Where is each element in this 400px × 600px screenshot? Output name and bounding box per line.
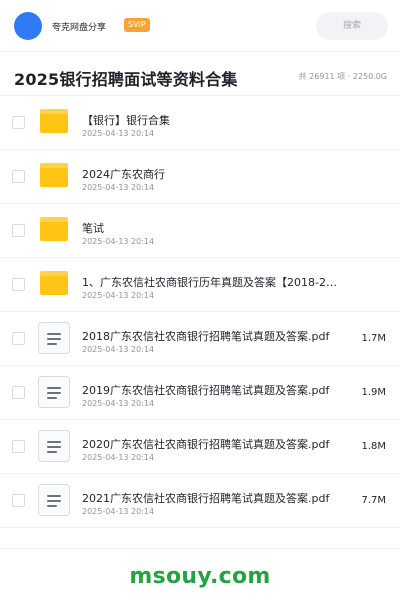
page-title: 2025银行招聘面试等资料合集 <box>14 70 238 89</box>
document-icon <box>38 430 70 462</box>
file-size: 1.8M <box>361 441 386 452</box>
file-date: 2025-04-13 20:14 <box>82 183 155 192</box>
site-watermark: msouy.com <box>129 564 271 589</box>
file-name[interactable]: 1、广东农信社农商银行历年真题及答案【2018-2… <box>82 274 338 290</box>
file-size: 1.9M <box>361 387 386 398</box>
select-checkbox[interactable] <box>12 386 25 399</box>
select-checkbox[interactable] <box>12 170 25 183</box>
avatar[interactable] <box>14 12 42 40</box>
file-name[interactable]: 2024广东农商行 <box>82 166 338 182</box>
list-item[interactable]: 2018广东农信社农商银行招聘笔试真题及答案.pdf 2025-04-13 20… <box>0 312 400 366</box>
file-name[interactable]: 2019广东农信社农商银行招聘笔试真题及答案.pdf <box>82 382 338 398</box>
file-date: 2025-04-13 20:14 <box>82 345 155 354</box>
document-icon <box>38 376 70 408</box>
list-item[interactable]: 2021广东农信社农商银行招聘笔试真题及答案.pdf 2025-04-13 20… <box>0 474 400 528</box>
list-item[interactable]: 2019广东农信社农商银行招聘笔试真题及答案.pdf 2025-04-13 20… <box>0 366 400 420</box>
list-item[interactable]: 1、广东农信社农商银行历年真题及答案【2018-2… 2025-04-13 20… <box>0 258 400 312</box>
folder-icon <box>40 271 68 295</box>
list-item[interactable]: 【银行】银行合集 2025-04-13 20:14 <box>0 96 400 150</box>
file-size: 7.7M <box>361 495 386 506</box>
file-count-size: 共 26911 项 · 2250.0G <box>298 72 387 81</box>
search-input[interactable]: 搜索 <box>316 12 388 40</box>
folder-icon <box>40 217 68 241</box>
select-checkbox[interactable] <box>12 116 25 129</box>
file-date: 2025-04-13 20:14 <box>82 291 155 300</box>
file-date: 2025-04-13 20:14 <box>82 399 155 408</box>
file-list: 【银行】银行合集 2025-04-13 20:14 2024广东农商行 2025… <box>0 96 400 528</box>
app-header: 夸克网盘分享 SVIP 搜索 <box>0 0 400 52</box>
list-item[interactable]: 笔试 2025-04-13 20:14 <box>0 204 400 258</box>
select-checkbox[interactable] <box>12 440 25 453</box>
select-checkbox[interactable] <box>12 224 25 237</box>
document-icon <box>38 322 70 354</box>
file-name[interactable]: 2021广东农信社农商银行招聘笔试真题及答案.pdf <box>82 490 338 506</box>
file-size: 1.7M <box>361 333 386 344</box>
sharer-name: 夸克网盘分享 <box>52 23 107 33</box>
list-item[interactable]: 2024广东农商行 2025-04-13 20:14 <box>0 150 400 204</box>
file-date: 2025-04-13 20:14 <box>82 237 155 246</box>
file-date: 2025-04-13 20:14 <box>82 129 155 138</box>
file-date: 2025-04-13 20:14 <box>82 507 155 516</box>
list-item[interactable]: 2020广东农信社农商银行招聘笔试真题及答案.pdf 2025-04-13 20… <box>0 420 400 474</box>
select-checkbox[interactable] <box>12 278 25 291</box>
document-icon <box>38 484 70 516</box>
folder-icon <box>40 163 68 187</box>
file-name[interactable]: 2018广东农信社农商银行招聘笔试真题及答案.pdf <box>82 328 338 344</box>
folder-icon <box>40 109 68 133</box>
svip-badge: SVIP <box>124 18 150 32</box>
file-name[interactable]: 笔试 <box>82 220 338 236</box>
select-checkbox[interactable] <box>12 494 25 507</box>
file-name[interactable]: 【银行】银行合集 <box>82 112 338 128</box>
file-date: 2025-04-13 20:14 <box>82 453 155 462</box>
select-checkbox[interactable] <box>12 332 25 345</box>
title-bar: 2025银行招聘面试等资料合集 共 26911 项 · 2250.0G <box>0 52 400 96</box>
file-name[interactable]: 2020广东农信社农商银行招聘笔试真题及答案.pdf <box>82 436 338 452</box>
